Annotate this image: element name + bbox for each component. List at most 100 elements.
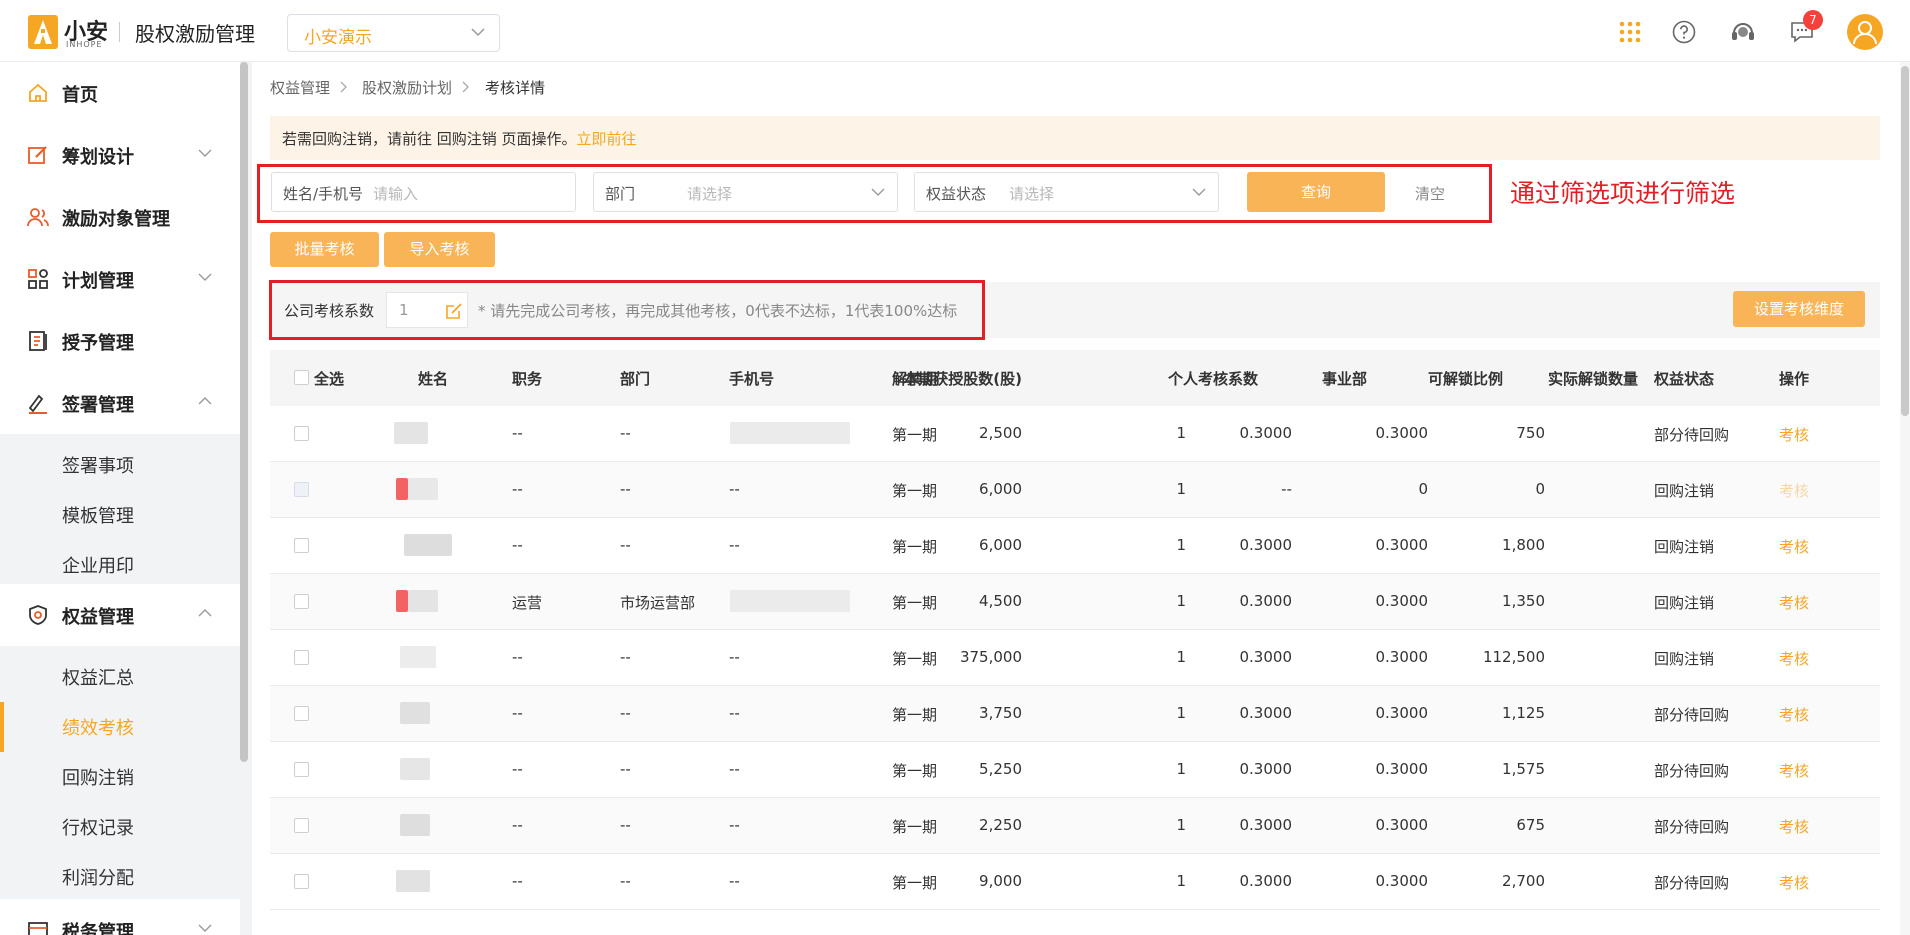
cell-unit: 0.3000 (1239, 704, 1293, 722)
cell-period: 第一期 (892, 594, 938, 612)
cell-dept: 市场运营部 (620, 594, 696, 612)
cell-shares: 9,000 (979, 872, 1022, 890)
cell-phone: -- (729, 704, 740, 722)
filter-label: 姓名/手机号 (283, 185, 364, 203)
table-row: -- -- -- 第一期 375,000 1 0.3000 0.3000 112… (270, 630, 1880, 686)
help-icon[interactable] (1672, 20, 1696, 44)
notice-link[interactable]: 立即前往 (577, 130, 637, 148)
cell-unit: 0.3000 (1239, 648, 1293, 666)
cell-ratio: 0.3000 (1375, 648, 1429, 666)
assess-link[interactable]: 考核 (1779, 592, 1809, 613)
headset-icon[interactable] (1730, 19, 1756, 45)
cell-status: 回购注销 (1654, 650, 1715, 668)
cell-dept: -- (620, 536, 631, 554)
cell-coef: 1 (1176, 816, 1186, 834)
assess-link[interactable]: 考核 (1779, 872, 1809, 893)
row-checkbox[interactable] (294, 538, 309, 553)
breadcrumb-item[interactable]: 股权激励计划 (362, 77, 452, 98)
cell-period: 第一期 (892, 538, 938, 556)
cell-period: 第一期 (892, 426, 938, 444)
filter-placeholder: 请输入 (373, 185, 419, 203)
query-button[interactable]: 查询 (1247, 172, 1385, 212)
cell-title: -- (512, 424, 523, 442)
sidebar-subitem-seals[interactable]: 企业用印 (62, 552, 134, 578)
department-filter[interactable]: 部门 请选择 (593, 172, 898, 212)
assess-link[interactable]: 考核 (1779, 648, 1809, 669)
cell-title: -- (512, 480, 523, 498)
sidebar-subitem-summary[interactable]: 权益汇总 (62, 664, 134, 690)
breadcrumb-current: 考核详情 (485, 79, 546, 97)
filter-placeholder: 请选择 (1009, 185, 1055, 203)
sidebar-item-label: 授予管理 (62, 333, 134, 354)
chevron-down-icon (198, 273, 212, 281)
sidebar-subitem-templates[interactable]: 模板管理 (62, 502, 134, 528)
assess-link[interactable]: 考核 (1779, 424, 1809, 445)
top-header: 小安 INHOPE 股权激励管理 小安演示 7 (0, 0, 1910, 62)
sidebar-item-label: 税务管理 (62, 922, 134, 935)
assess-link[interactable]: 考核 (1779, 704, 1809, 725)
cell-title: 运营 (512, 594, 543, 612)
chevron-right-icon (340, 81, 347, 93)
assess-link: 考核 (1779, 482, 1810, 500)
assess-link[interactable]: 考核 (1779, 536, 1809, 557)
select-all-checkbox[interactable] (294, 370, 309, 385)
sidebar-item-grants[interactable]: 授予管理 (0, 310, 240, 372)
clear-button[interactable]: 清空 (1415, 183, 1445, 204)
row-checkbox[interactable] (294, 874, 309, 889)
sidebar-item-home[interactable]: 首页 (0, 62, 240, 124)
cell-unit: 0.3000 (1239, 424, 1293, 442)
sidebar-item-targets[interactable]: 激励对象管理 (0, 186, 240, 248)
row-checkbox[interactable] (294, 650, 309, 665)
name-phone-filter[interactable]: 姓名/手机号 请输入 (271, 172, 576, 212)
cell-unit: 0.3000 (1239, 872, 1293, 890)
assess-link[interactable]: 考核 (1779, 816, 1809, 837)
org-select[interactable]: 小安演示 (287, 14, 500, 52)
status-filter[interactable]: 权益状态 请选择 (914, 172, 1219, 212)
set-dimension-button[interactable]: 设置考核维度 (1733, 291, 1865, 327)
cell-phone: -- (729, 536, 740, 554)
chevron-up-icon (198, 609, 212, 617)
row-checkbox[interactable] (294, 426, 309, 441)
cell-period: 第一期 (892, 818, 938, 836)
content-scrollbar-thumb[interactable] (1901, 66, 1909, 416)
cell-coef: 1 (1176, 648, 1186, 666)
import-assess-button[interactable]: 导入考核 (384, 232, 495, 267)
sidebar-item-planning[interactable]: 筹划设计 (0, 124, 240, 186)
sidebar-subitem-sign-items[interactable]: 签署事项 (62, 452, 134, 478)
row-checkbox[interactable] (294, 594, 309, 609)
sidebar-subitem-buyback[interactable]: 回购注销 (62, 764, 134, 790)
user-avatar-icon[interactable] (1847, 14, 1883, 50)
cell-qty: 2,700 (1502, 872, 1545, 890)
chevron-down-icon (1192, 188, 1206, 196)
apps-grid-icon[interactable] (1619, 21, 1641, 43)
column-header: 全选 (314, 370, 345, 388)
row-checkbox[interactable] (294, 706, 309, 721)
sidebar-item-signing[interactable]: 签署管理 (0, 372, 240, 434)
cell-period: 第一期 (892, 482, 938, 500)
cell-dept: -- (620, 648, 631, 666)
blurred-name (400, 702, 430, 724)
sidebar-item-tax[interactable]: 税务管理 (0, 899, 240, 935)
row-checkbox[interactable] (294, 762, 309, 777)
home-icon (29, 83, 47, 102)
column-header: 个人考核系数 (1168, 370, 1259, 388)
batch-assess-button[interactable]: 批量考核 (270, 232, 379, 267)
main-content: 权益管理 股权激励计划 考核详情 若需回购注销，请前往 回购注销 页面操作。立即… (252, 62, 1910, 935)
sidebar-subitem-performance[interactable]: 绩效考核 (62, 714, 134, 740)
cell-qty: 1,800 (1502, 536, 1545, 554)
sidebar-scrollbar-thumb[interactable] (240, 62, 248, 762)
assess-link[interactable]: 考核 (1779, 760, 1809, 781)
sidebar-item-equity[interactable]: 权益管理 (0, 584, 240, 646)
coefficient-highlight-box (269, 280, 985, 340)
cell-unit: 0.3000 (1239, 816, 1293, 834)
cell-status: 回购注销 (1654, 538, 1715, 556)
row-checkbox[interactable] (294, 818, 309, 833)
sidebar-subitem-exercise[interactable]: 行权记录 (62, 814, 134, 840)
breadcrumb-item[interactable]: 权益管理 (270, 77, 330, 98)
sidebar-item-plans[interactable]: 计划管理 (0, 248, 240, 310)
column-header: 职务 (512, 370, 543, 388)
cell-phone: -- (729, 760, 740, 778)
notification-badge: 7 (1803, 10, 1823, 30)
sidebar-subitem-profit[interactable]: 利润分配 (62, 864, 134, 890)
cell-phone: -- (729, 480, 740, 498)
